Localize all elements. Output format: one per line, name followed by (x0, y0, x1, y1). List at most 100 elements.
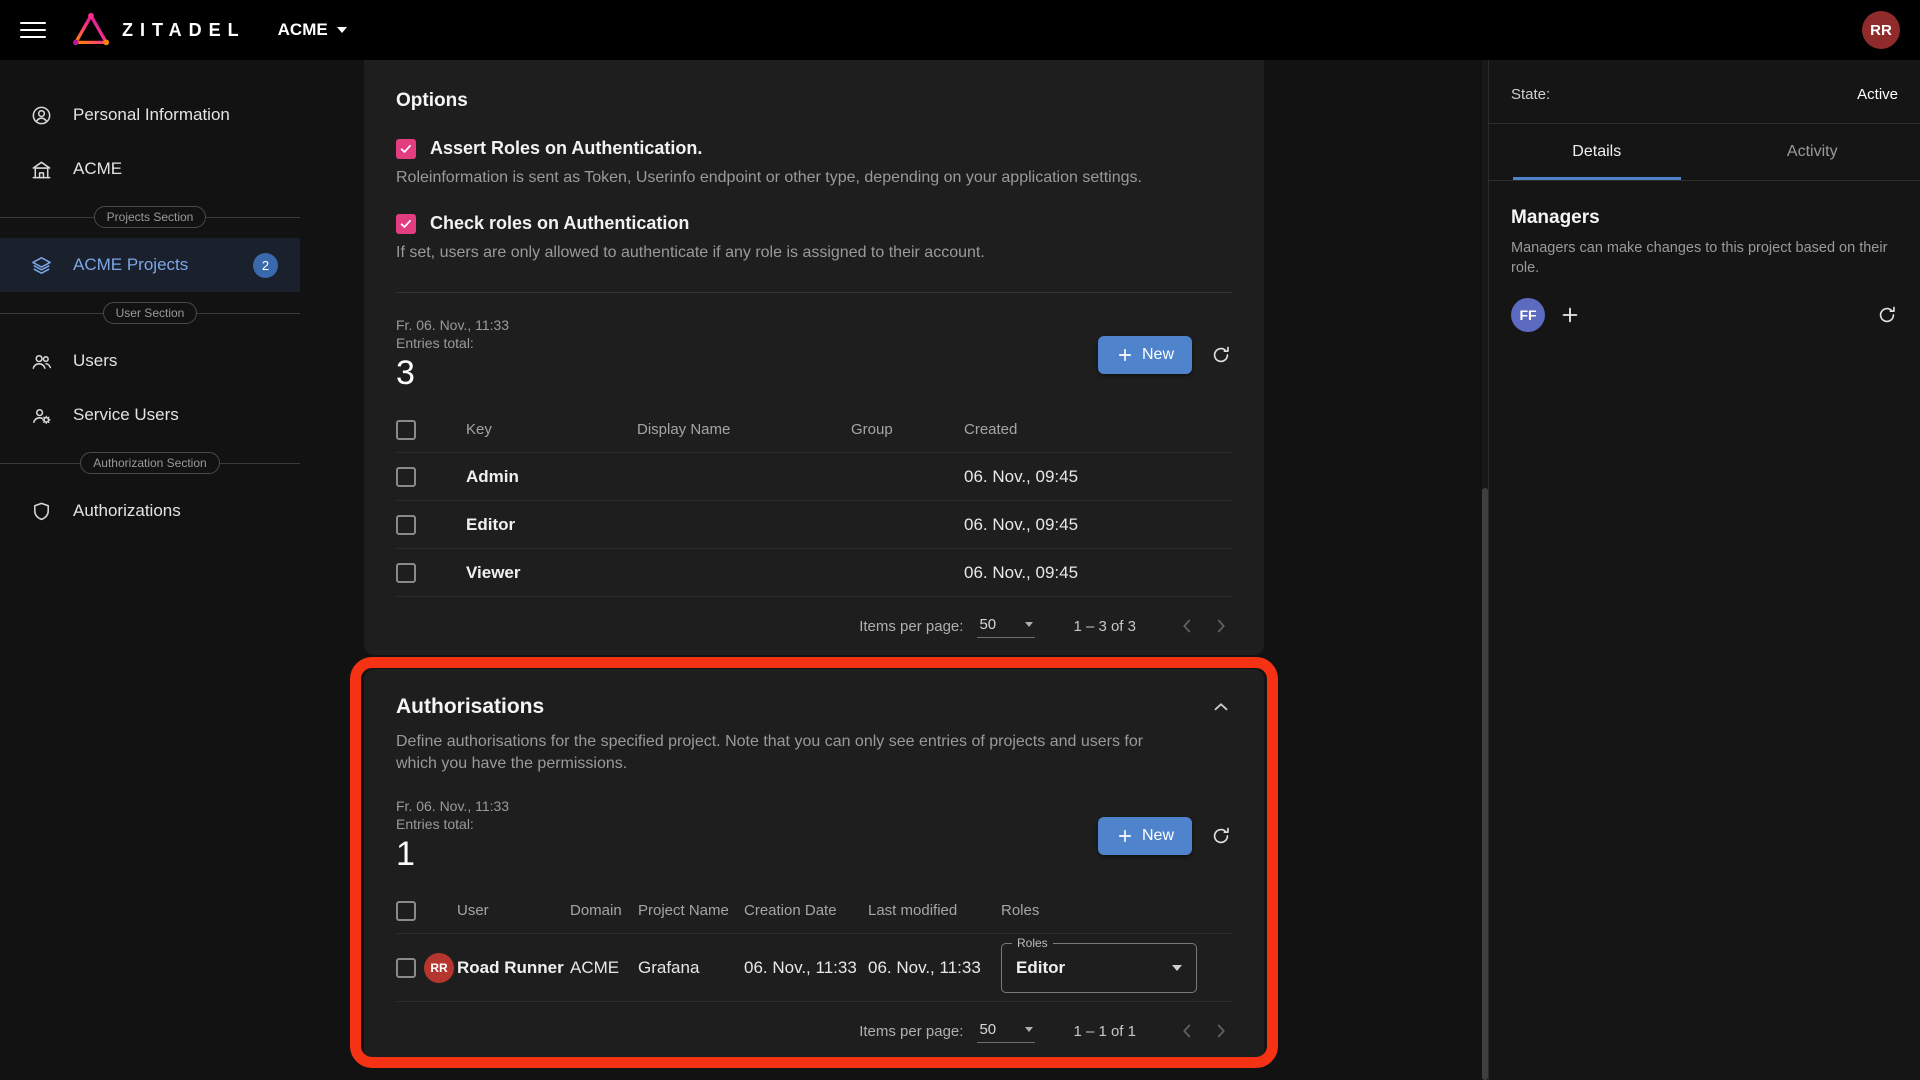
building-icon (30, 158, 53, 181)
assert-roles-description: Roleinformation is sent as Token, Userin… (396, 169, 1232, 187)
menu-hamburger-icon[interactable] (20, 18, 46, 42)
vertical-scrollbar[interactable] (1482, 60, 1488, 1080)
column-header-group: Group (851, 421, 964, 438)
refresh-roles-button[interactable] (1210, 344, 1232, 366)
column-header-last-modified: Last modified (868, 902, 1001, 919)
projects-section-divider: Projects Section (0, 202, 300, 232)
auth-entries-label: Entries total: (396, 816, 509, 834)
row-checkbox[interactable] (396, 958, 416, 978)
page-size-value: 50 (979, 616, 996, 633)
refresh-icon (1210, 344, 1232, 366)
next-page-button[interactable] (1210, 615, 1232, 637)
authorisation-creation-date: 06. Nov., 11:33 (744, 958, 868, 978)
column-header-creation-date: Creation Date (744, 902, 868, 919)
table-row[interactable]: Admin 06. Nov., 09:45 (396, 453, 1232, 501)
page-range-label: 1 – 3 of 3 (1073, 618, 1136, 635)
managers-section: Managers Managers can make changes to th… (1489, 181, 1920, 358)
assert-roles-checkbox[interactable] (396, 139, 416, 159)
scrollbar-thumb[interactable] (1482, 488, 1488, 1080)
roles-select-value: Editor (1016, 958, 1065, 978)
plus-icon (1559, 304, 1581, 326)
row-avatar: RR (424, 953, 454, 983)
collapse-section-button[interactable] (1210, 696, 1232, 718)
service-users-icon (30, 404, 53, 427)
role-key: Admin (466, 467, 637, 487)
plus-icon (1116, 346, 1134, 364)
table-row[interactable]: RR Road Runner ACME Grafana 06. Nov., 11… (396, 934, 1232, 1002)
section-label: User Section (103, 302, 198, 324)
column-header-project-name: Project Name (638, 902, 744, 919)
role-created: 06. Nov., 09:45 (964, 515, 1232, 535)
previous-page-button[interactable] (1176, 615, 1198, 637)
state-label: State: (1511, 86, 1550, 103)
next-page-button[interactable] (1210, 1020, 1232, 1042)
authorisations-table: User Domain Project Name Creation Date L… (396, 888, 1232, 1002)
column-header-user: User (457, 902, 570, 919)
row-checkbox[interactable] (396, 563, 416, 583)
sidebar-item-personal-information[interactable]: Personal Information (0, 88, 300, 142)
add-manager-button[interactable] (1559, 304, 1581, 326)
topbar: ZITADEL ACME RR (0, 0, 1920, 60)
authorisations-card: Authorisations Define authorisations for… (364, 669, 1264, 1060)
previous-page-button[interactable] (1176, 1020, 1198, 1042)
chevron-up-icon (1210, 696, 1232, 718)
sidebar: Personal Information ACME Projects Secti… (0, 60, 300, 1080)
red-annotation-box: Authorisations Define authorisations for… (364, 669, 1264, 1060)
sidebar-item-org-acme[interactable]: ACME (0, 142, 300, 196)
roles-select[interactable]: Roles Editor (1001, 943, 1197, 993)
select-all-checkbox[interactable] (396, 420, 416, 440)
role-key: Viewer (466, 563, 637, 583)
zitadel-logo[interactable]: ZITADEL (70, 11, 246, 49)
right-panel: State: Active Details Activity Managers … (1488, 60, 1920, 1080)
roles-paginator: Items per page: 50 1 – 3 of 3 (396, 597, 1232, 655)
chevron-down-icon (1172, 965, 1182, 971)
tab-activity[interactable]: Activity (1705, 124, 1920, 180)
auth-entries-count: 1 (396, 835, 509, 874)
refresh-authorisations-button[interactable] (1210, 825, 1232, 847)
roles-entries-label: Entries total: (396, 335, 509, 353)
items-per-page-label: Items per page: (859, 1023, 963, 1040)
row-checkbox[interactable] (396, 515, 416, 535)
authorisation-domain: ACME (570, 958, 638, 978)
row-checkbox[interactable] (396, 467, 416, 487)
managers-description: Managers can make changes to this projec… (1511, 239, 1898, 278)
authorisations-paginator: Items per page: 50 1 – 1 of 1 (396, 1002, 1232, 1060)
tab-details[interactable]: Details (1489, 124, 1705, 180)
zitadel-logo-icon (70, 11, 112, 49)
chevron-left-icon (1176, 1020, 1198, 1042)
page-size-select[interactable]: 50 (977, 614, 1035, 638)
new-authorisation-button[interactable]: New (1098, 817, 1192, 855)
check-roles-toggle-row: Check roles on Authentication (396, 213, 1232, 234)
divider (396, 292, 1232, 293)
user-avatar[interactable]: RR (1862, 11, 1900, 49)
select-all-checkbox[interactable] (396, 901, 416, 921)
check-roles-checkbox[interactable] (396, 214, 416, 234)
managers-title: Managers (1511, 207, 1898, 229)
authorisation-project-name: Grafana (638, 958, 744, 978)
project-options-card: Options Assert Roles on Authentication. … (364, 60, 1264, 655)
roles-table: Key Display Name Group Created Admin 06.… (396, 407, 1232, 597)
new-role-button[interactable]: New (1098, 336, 1192, 374)
role-created: 06. Nov., 09:45 (964, 563, 1232, 583)
chevron-right-icon (1210, 615, 1232, 637)
org-switcher[interactable]: ACME (278, 20, 347, 40)
role-key: Editor (466, 515, 637, 535)
refresh-managers-button[interactable] (1876, 304, 1898, 326)
logo-wordmark: ZITADEL (122, 20, 246, 41)
authorisation-last-modified: 06. Nov., 11:33 (868, 958, 1001, 978)
authorisations-title: Authorisations (396, 695, 544, 719)
assert-roles-toggle-row: Assert Roles on Authentication. (396, 138, 1232, 159)
table-row[interactable]: Editor 06. Nov., 09:45 (396, 501, 1232, 549)
page-size-select[interactable]: 50 (977, 1019, 1035, 1043)
sidebar-item-acme-projects[interactable]: ACME Projects 2 (0, 238, 300, 292)
authorisation-user: Road Runner (457, 958, 570, 978)
manager-avatar[interactable]: FF (1511, 298, 1545, 332)
table-row[interactable]: Viewer 06. Nov., 09:45 (396, 549, 1232, 597)
user-section-divider: User Section (0, 298, 300, 328)
sidebar-item-service-users[interactable]: Service Users (0, 388, 300, 442)
sidebar-item-label: Personal Information (73, 105, 230, 125)
sidebar-item-authorizations[interactable]: Authorizations (0, 484, 300, 538)
section-label: Authorization Section (80, 452, 219, 474)
roles-select-label: Roles (1012, 936, 1053, 950)
sidebar-item-users[interactable]: Users (0, 334, 300, 388)
